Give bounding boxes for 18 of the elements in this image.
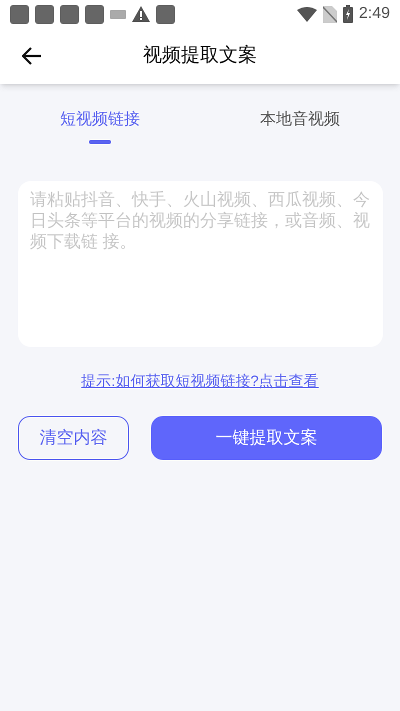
clear-button[interactable]: 清空内容 — [18, 416, 129, 460]
notification-icon — [85, 4, 104, 24]
tab[interactable]: 短视频链接 — [0, 108, 200, 159]
help-link[interactable]: 提示:如何获取短视频链接?点击查看 — [81, 371, 319, 394]
notification-icon — [35, 4, 54, 24]
battery-icon — [342, 5, 353, 23]
extract-button[interactable]: 一键提取文案 — [151, 416, 382, 460]
notification-icon — [60, 4, 79, 24]
no-sim-icon — [322, 6, 337, 22]
notification-icon — [10, 4, 29, 24]
warning-icon — [132, 6, 150, 22]
wifi-icon — [296, 6, 317, 22]
notification-icon — [156, 4, 175, 24]
screen-title: 视频提取文案 — [143, 44, 257, 68]
status-time: 2:49 — [358, 4, 390, 24]
keyboard-icon — [110, 10, 126, 18]
back-icon[interactable] — [22, 47, 42, 65]
tab[interactable]: 本地音视频 — [200, 108, 400, 159]
